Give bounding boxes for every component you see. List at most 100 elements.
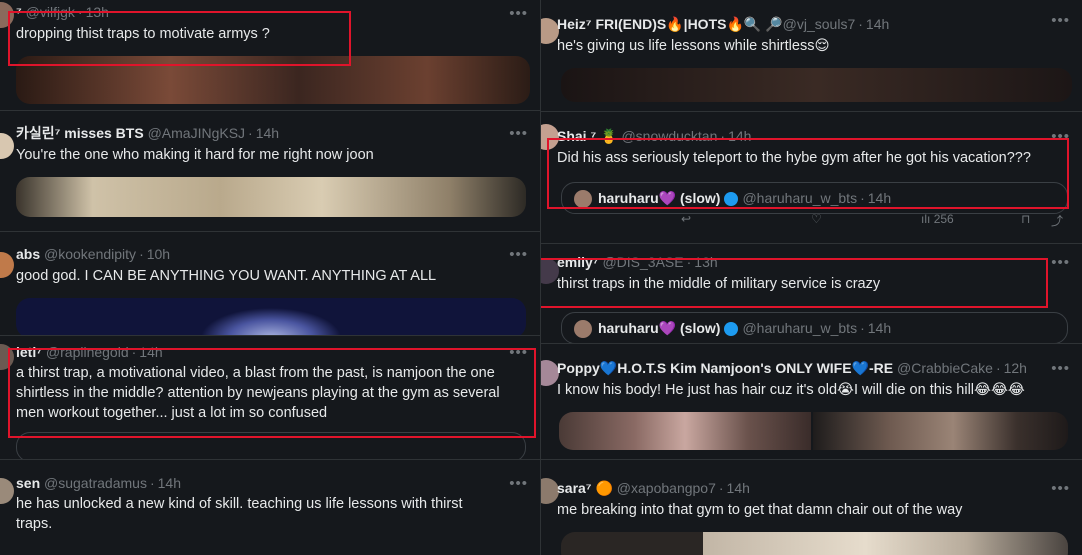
tweet-raplinegold[interactable]: leti⁷ @raplinegold · 14h ••• a thirst trap… xyxy=(0,336,540,460)
avatar[interactable] xyxy=(0,133,14,159)
timestamp[interactable]: 13h xyxy=(694,254,717,270)
tweet-media[interactable] xyxy=(561,532,1068,555)
author-name[interactable]: leti⁷ xyxy=(16,344,42,360)
more-options-icon[interactable]: ••• xyxy=(1051,481,1070,496)
verified-badge-icon xyxy=(724,322,739,337)
quote-card[interactable] xyxy=(16,432,526,459)
separator: · xyxy=(858,16,863,32)
separator: · xyxy=(149,475,155,491)
separator: · xyxy=(720,128,726,144)
author-name[interactable]: ⁷ xyxy=(16,4,22,20)
reply-icon[interactable]: ↩ xyxy=(681,212,691,226)
more-options-icon[interactable]: ••• xyxy=(1051,255,1070,270)
timestamp[interactable]: 14h xyxy=(728,128,751,144)
avatar[interactable] xyxy=(0,2,14,28)
timestamp[interactable]: 14h xyxy=(158,475,181,491)
separator: · xyxy=(131,344,137,360)
separator: · xyxy=(77,4,83,20)
tweet-header: emily⁷ @DIS_3ASE · 13h xyxy=(557,252,1052,272)
author-name[interactable]: 카실린⁷ misses BTS xyxy=(16,125,144,141)
more-options-icon[interactable]: ••• xyxy=(509,126,528,141)
tweet-snowducktan[interactable]: Shai ⁷ 🍍 @snowducktan · 14h ••• Did his as… xyxy=(541,112,1082,244)
author-name[interactable]: Heiz⁷ FRI(END)S🔥|HOTS🔥🔍 xyxy=(557,16,761,32)
tweet-amajingksj[interactable]: 카실린⁷ misses BTS @AmaJINgKSJ · 14h ••• You'… xyxy=(0,111,540,232)
author-name[interactable]: Shai ⁷ 🍍 xyxy=(557,128,618,144)
tweet-media[interactable] xyxy=(561,68,1072,102)
author-name[interactable]: sen xyxy=(16,475,40,491)
author-name[interactable]: abs xyxy=(16,246,40,262)
avatar xyxy=(574,190,592,209)
verified-badge-icon xyxy=(724,192,739,207)
avatar[interactable] xyxy=(0,478,14,504)
tweet-text: he has unlocked a new kind of skill. tea… xyxy=(16,496,463,532)
author-name[interactable]: sara⁷ 🟠 xyxy=(557,480,613,496)
more-options-icon[interactable]: ••• xyxy=(509,247,528,262)
tweet-text: dropping thist traps to motivate armys ? xyxy=(16,26,270,42)
tweet-text: I know his body! He just has hair cuz it… xyxy=(557,382,1025,398)
tweet-vilfjgk[interactable]: ⁷ @vilfjgk · 13h ••• dropping thist traps … xyxy=(0,0,540,111)
author-handle[interactable]: @xapobangpo7 xyxy=(617,480,716,496)
quoted-timestamp: 14h xyxy=(867,190,892,206)
avatar[interactable] xyxy=(0,344,14,370)
separator: · xyxy=(860,320,865,336)
tweet-media[interactable] xyxy=(559,412,811,450)
quote-card[interactable]: haruharu💜 (slow) @haruharu_w_bts · 14h xyxy=(561,182,1068,214)
quoted-author-name: haruharu💜 (slow) xyxy=(598,320,721,336)
tweet-crabbiecake[interactable]: Poppy💙H.O.T.S Kim Namjoon's ONLY WIFE💙-R… xyxy=(541,344,1082,460)
timestamp[interactable]: 14h xyxy=(727,480,750,496)
timestamp[interactable]: 13h xyxy=(86,4,109,20)
tweet-header: Poppy💙H.O.T.S Kim Namjoon's ONLY WIFE💙-R… xyxy=(557,358,1048,378)
tweet-header: 카실린⁷ misses BTS @AmaJINgKSJ · 14h xyxy=(16,123,510,143)
author-handle[interactable]: @raplinegold xyxy=(46,344,129,360)
views-count[interactable]: ılı 256 xyxy=(921,212,954,226)
right-timeline: Heiz⁷ FRI(END)S🔥|HOTS🔥🔍 🔎@vj_souls7 · 14h … xyxy=(540,0,1082,555)
author-handle[interactable]: @kookendipity xyxy=(44,246,136,262)
tweet-kookendipity[interactable]: abs @kookendipity · 10h ••• good god. I CA… xyxy=(0,232,540,336)
author-handle[interactable]: @AmaJINgKSJ xyxy=(148,125,245,141)
author-handle[interactable]: 🔎@vj_souls7 xyxy=(765,16,855,32)
author-handle[interactable]: @vilfjgk xyxy=(26,4,75,20)
tweet-text: a thirst trap, a motivational video, a b… xyxy=(16,365,500,421)
separator: · xyxy=(860,190,865,206)
bookmark-icon[interactable]: ⊓ xyxy=(1021,212,1030,226)
tweet-media[interactable] xyxy=(16,56,530,104)
tweet-media[interactable] xyxy=(16,177,526,217)
separator: · xyxy=(718,480,724,496)
author-handle[interactable]: @CrabbieCake xyxy=(897,360,993,376)
quote-card[interactable]: haruharu💜 (slow) @haruharu_w_bts · 14h xyxy=(561,312,1068,343)
tweet-text: thirst traps in the middle of military s… xyxy=(557,276,881,292)
timestamp[interactable]: 10h xyxy=(147,246,170,262)
separator: · xyxy=(248,125,253,141)
more-options-icon[interactable]: ••• xyxy=(1051,129,1070,144)
timestamp[interactable]: 14h xyxy=(139,344,162,360)
more-options-icon[interactable]: ••• xyxy=(509,6,528,21)
avatar[interactable] xyxy=(0,252,14,278)
tweet-sugatradamus[interactable]: sen @sugatradamus · 14h ••• he has unlocke… xyxy=(0,460,540,555)
author-handle[interactable]: @DIS_3ASE xyxy=(602,254,683,270)
more-options-icon[interactable]: ••• xyxy=(509,345,528,360)
tweet-text: me breaking into that gym to get that da… xyxy=(557,502,963,518)
author-name[interactable]: emily⁷ xyxy=(557,254,599,270)
author-name[interactable]: Poppy💙H.O.T.S Kim Namjoon's ONLY WIFE💙-R… xyxy=(557,360,893,376)
separator: · xyxy=(995,360,1001,376)
author-handle[interactable]: @snowducktan xyxy=(621,128,717,144)
tweet-dis-3ase[interactable]: emily⁷ @DIS_3ASE · 13h ••• thirst traps in… xyxy=(541,244,1082,344)
like-icon[interactable]: ♡ xyxy=(811,212,822,226)
share-icon[interactable]: ⤴ xyxy=(1051,212,1063,229)
tweet-vj-souls7[interactable]: Heiz⁷ FRI(END)S🔥|HOTS🔥🔍 🔎@vj_souls7 · 14h … xyxy=(541,0,1082,112)
tweet-media[interactable] xyxy=(16,298,526,335)
more-options-icon[interactable]: ••• xyxy=(509,476,528,491)
tweet-header: sara⁷ 🟠 @xapobangpo7 · 14h xyxy=(557,478,1052,498)
tweet-media[interactable] xyxy=(813,412,1068,450)
timestamp[interactable]: 12h xyxy=(1004,360,1027,376)
author-handle[interactable]: @sugatradamus xyxy=(44,475,147,491)
separator: · xyxy=(686,254,692,270)
more-options-icon[interactable]: ••• xyxy=(1051,13,1070,28)
avatar xyxy=(574,320,592,339)
tweet-header: ⁷ @vilfjgk · 13h xyxy=(16,2,510,22)
timestamp[interactable]: 14h xyxy=(866,16,889,32)
views-icon: ılı xyxy=(921,212,931,226)
more-options-icon[interactable]: ••• xyxy=(1051,361,1070,376)
timestamp[interactable]: 14h xyxy=(256,125,279,141)
tweet-xapobangpo7[interactable]: sara⁷ 🟠 @xapobangpo7 · 14h ••• me breaking… xyxy=(541,460,1082,555)
